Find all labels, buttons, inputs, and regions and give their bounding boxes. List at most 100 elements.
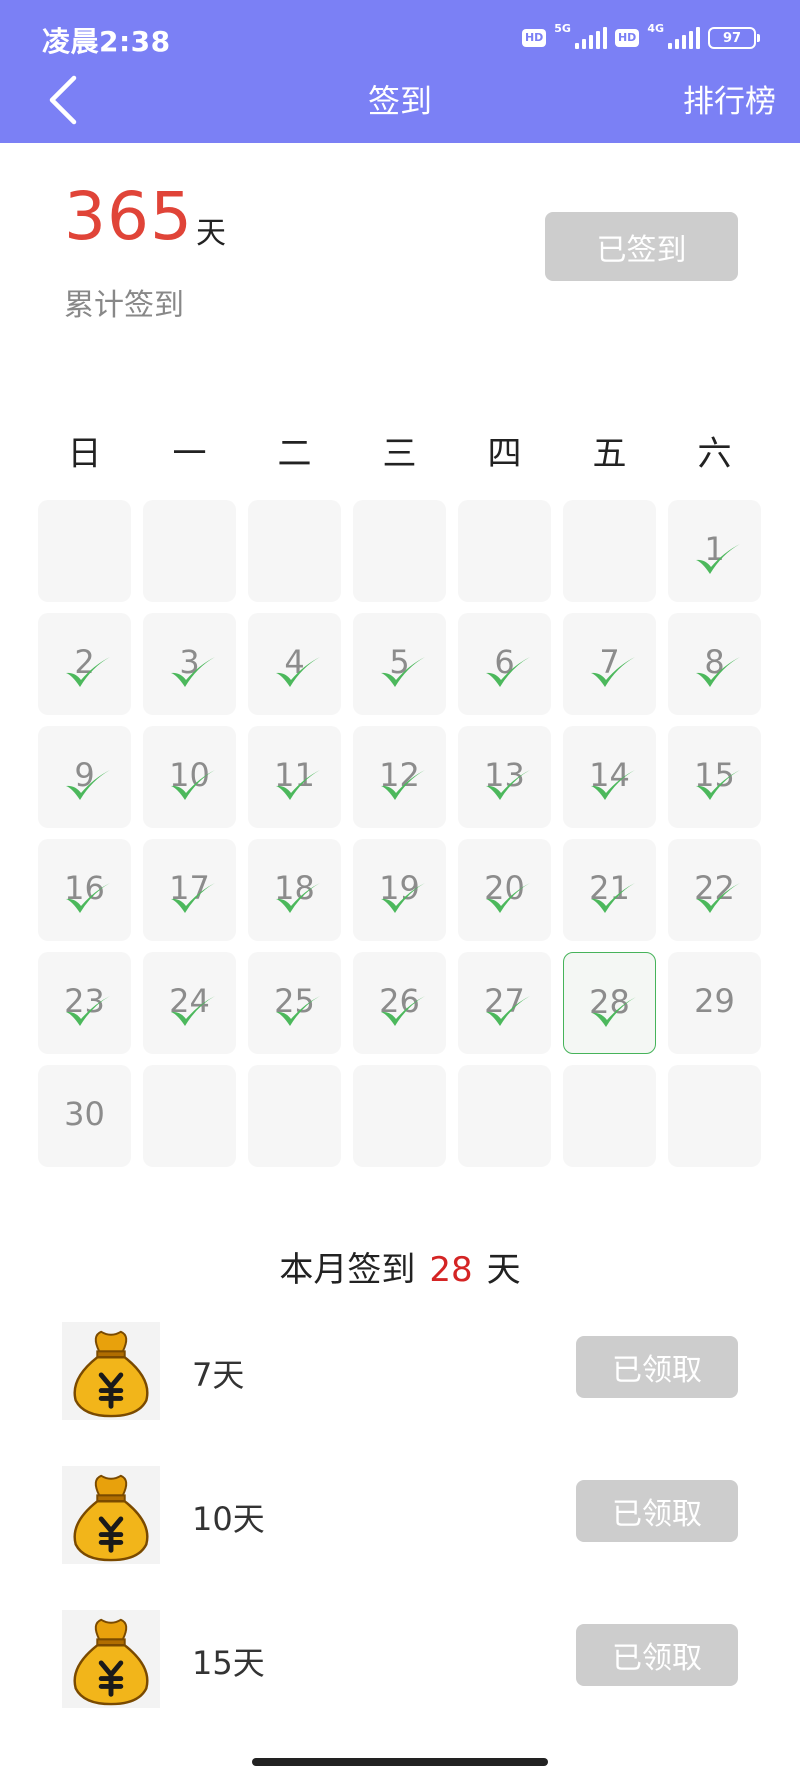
calendar-day-15[interactable]: 15	[668, 726, 761, 828]
day-number: 29	[694, 982, 735, 1020]
checkmark-icon	[591, 883, 635, 913]
checkmark-icon	[276, 883, 320, 913]
checkmark-icon	[381, 996, 425, 1026]
calendar-empty-cell	[143, 500, 236, 602]
checkmark-icon	[592, 997, 636, 1027]
network-5g-label: 5G	[554, 22, 571, 35]
checkmark-icon	[696, 657, 740, 687]
month-summary-suffix: 天	[486, 1250, 521, 1290]
weekday-thu: 四	[487, 434, 522, 474]
hd-badge: HD	[521, 29, 547, 47]
calendar-day-14[interactable]: 14	[563, 726, 656, 828]
calendar-day-8[interactable]: 8	[668, 613, 761, 715]
calendar-empty-cell	[353, 1065, 446, 1167]
checkmark-icon	[486, 657, 530, 687]
calendar-empty-cell	[563, 1065, 656, 1167]
checkmark-icon	[696, 883, 740, 913]
network-4g-label: 4G	[647, 22, 664, 35]
signed-in-button[interactable]: 已签到	[545, 212, 738, 281]
checkmark-icon	[171, 770, 215, 800]
total-signin-days: 365	[64, 178, 193, 255]
weekday-sat: 六	[697, 434, 732, 474]
leaderboard-link[interactable]: 排行榜	[683, 76, 776, 121]
calendar-empty-cell	[248, 500, 341, 602]
weekday-tue: 二	[277, 434, 312, 474]
total-signin-label: 累计签到	[64, 288, 184, 323]
calendar-day-7[interactable]: 7	[563, 613, 656, 715]
calendar-empty-cell	[563, 500, 656, 602]
calendar-empty-cell	[458, 1065, 551, 1167]
calendar-empty-cell	[668, 1065, 761, 1167]
calendar-day-27[interactable]: 27	[458, 952, 551, 1054]
calendar-day-3[interactable]: 3	[143, 613, 236, 715]
checkmark-icon	[591, 657, 635, 687]
month-summary-prefix: 本月签到	[279, 1250, 416, 1290]
calendar-day-1[interactable]: 1	[668, 500, 761, 602]
checkmark-icon	[696, 770, 740, 800]
total-days-unit: 天	[196, 216, 226, 251]
calendar-day-2[interactable]: 2	[38, 613, 131, 715]
calendar-day-30[interactable]: 30	[38, 1065, 131, 1167]
calendar-day-23[interactable]: 23	[38, 952, 131, 1054]
calendar-day-4[interactable]: 4	[248, 613, 341, 715]
calendar-empty-cell	[38, 500, 131, 602]
checkmark-icon	[696, 544, 740, 574]
claimed-button[interactable]: 已领取	[576, 1336, 738, 1398]
claimed-button[interactable]: 已领取	[576, 1480, 738, 1542]
checkmark-icon	[486, 883, 530, 913]
weekday-mon: 一	[172, 434, 207, 474]
reward-label: 15天	[192, 1644, 265, 1682]
calendar-day-10[interactable]: 10	[143, 726, 236, 828]
money-bag-icon	[62, 1322, 160, 1420]
calendar-day-18[interactable]: 18	[248, 839, 341, 941]
calendar-day-20[interactable]: 20	[458, 839, 551, 941]
calendar-day-25[interactable]: 25	[248, 952, 341, 1054]
calendar-day-11[interactable]: 11	[248, 726, 341, 828]
checkmark-icon	[381, 657, 425, 687]
home-indicator[interactable]	[252, 1758, 548, 1766]
reward-row-7: 7天 已领取	[0, 1322, 800, 1432]
reward-label: 7天	[192, 1356, 245, 1394]
calendar-day-26[interactable]: 26	[353, 952, 446, 1054]
header-bar: 凌晨2:38 HD 5G HD 4G 97 签到 排行榜	[0, 0, 800, 143]
calendar-empty-cell	[248, 1065, 341, 1167]
checkmark-icon	[276, 770, 320, 800]
claimed-button[interactable]: 已领取	[576, 1624, 738, 1686]
checkmark-icon	[66, 657, 110, 687]
calendar-day-21[interactable]: 21	[563, 839, 656, 941]
calendar-day-6[interactable]: 6	[458, 613, 551, 715]
checkmark-icon	[276, 996, 320, 1026]
checkmark-icon	[66, 770, 110, 800]
calendar-day-16[interactable]: 16	[38, 839, 131, 941]
signal-strength-icon-2	[668, 27, 700, 49]
weekday-sun: 日	[67, 434, 102, 474]
calendar-empty-cell	[458, 500, 551, 602]
checkmark-icon	[381, 883, 425, 913]
checkmark-icon	[171, 657, 215, 687]
reward-row-15: 15天 已领取	[0, 1610, 800, 1720]
month-signin-summary: 本月签到 28 天	[0, 1242, 800, 1291]
checkmark-icon	[591, 770, 635, 800]
money-bag-icon	[62, 1610, 160, 1708]
calendar-day-13[interactable]: 13	[458, 726, 551, 828]
calendar-empty-cell	[143, 1065, 236, 1167]
calendar-day-28[interactable]: 28	[563, 952, 656, 1054]
calendar-day-5[interactable]: 5	[353, 613, 446, 715]
calendar-empty-cell	[353, 500, 446, 602]
calendar-day-29[interactable]: 29	[668, 952, 761, 1054]
status-time: 凌晨2:38	[42, 25, 171, 58]
checkmark-icon	[486, 996, 530, 1026]
checkmark-icon	[381, 770, 425, 800]
calendar-day-19[interactable]: 19	[353, 839, 446, 941]
page-title: 签到	[367, 82, 432, 120]
money-bag-icon	[62, 1466, 160, 1564]
reward-row-10: 10天 已领取	[0, 1466, 800, 1576]
calendar-day-17[interactable]: 17	[143, 839, 236, 941]
calendar-grid: 1 2 3 4 5 6 7 8 9 10 11 12 13 14 15 16 17 18 19 20 21 22 23 24 2…	[0, 500, 800, 1170]
calendar-day-12[interactable]: 12	[353, 726, 446, 828]
calendar-day-22[interactable]: 22	[668, 839, 761, 941]
calendar-day-24[interactable]: 24	[143, 952, 236, 1054]
calendar-day-9[interactable]: 9	[38, 726, 131, 828]
checkmark-icon	[171, 996, 215, 1026]
battery-icon: 97	[708, 27, 760, 49]
